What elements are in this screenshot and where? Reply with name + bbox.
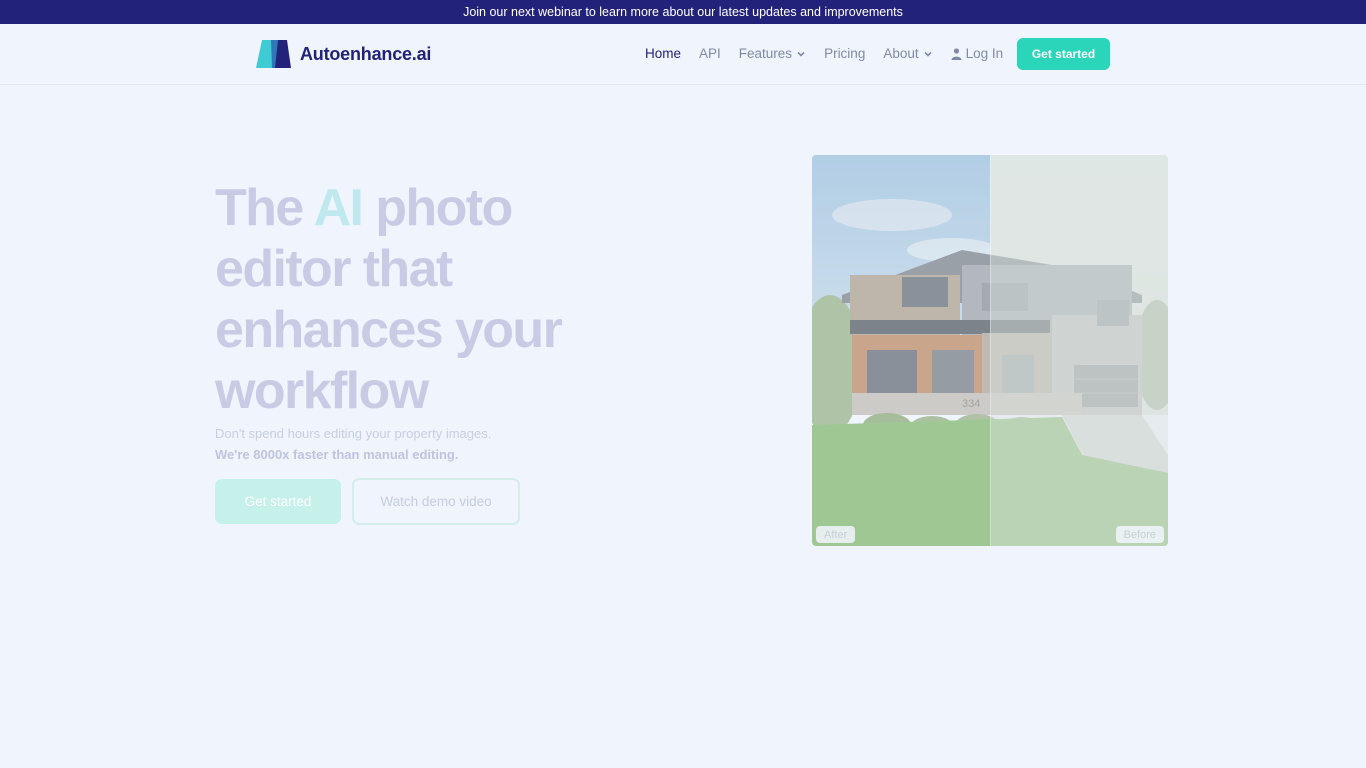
hero-subtitle-bold: We're 8000x faster than manual editing.	[215, 447, 459, 462]
watch-demo-button[interactable]: Watch demo video	[352, 478, 520, 525]
announcement-bar[interactable]: Join our next webinar to learn more abou…	[0, 0, 1366, 24]
nav-pricing[interactable]: Pricing	[824, 46, 865, 61]
hero-title-start: The	[215, 179, 314, 237]
slider-handle[interactable]	[990, 155, 991, 546]
nav-api[interactable]: API	[699, 46, 721, 61]
nav-about-label: About	[883, 46, 919, 61]
nav-login[interactable]: Log In	[951, 46, 1004, 61]
nav-home[interactable]: Home	[645, 46, 681, 61]
announcement-text[interactable]: Join our next webinar to learn more abou…	[463, 5, 903, 19]
hero-title: The AI photo editor that enhances your w…	[215, 178, 635, 422]
after-label: After	[816, 526, 856, 543]
user-icon	[951, 47, 962, 60]
nav-features-label: Features	[738, 46, 793, 61]
nav-features[interactable]: Features	[739, 46, 806, 61]
nav-about[interactable]: About	[883, 46, 932, 61]
logo-icon	[256, 40, 291, 68]
nav-login-label: Log In	[965, 46, 1004, 61]
chevron-down-icon	[797, 51, 805, 57]
site-header: Autoenhance.ai Home API Features Pricing…	[0, 24, 1366, 85]
before-after-slider[interactable]: 334 After Before	[812, 155, 1168, 546]
hero-get-started-button[interactable]: Get started	[215, 479, 341, 524]
hero-title-ai: AI	[313, 179, 364, 237]
main-nav: Home API Features Pricing About Log In	[645, 46, 1021, 61]
brand-name: Autoenhance.ai	[300, 43, 432, 64]
chevron-down-icon	[924, 51, 932, 57]
brand-logo[interactable]: Autoenhance.ai	[256, 40, 431, 68]
hero-subtitle: Don't spend hours editing your property …	[215, 426, 492, 441]
get-started-button[interactable]: Get started	[1017, 38, 1110, 70]
before-label: Before	[1115, 526, 1164, 543]
